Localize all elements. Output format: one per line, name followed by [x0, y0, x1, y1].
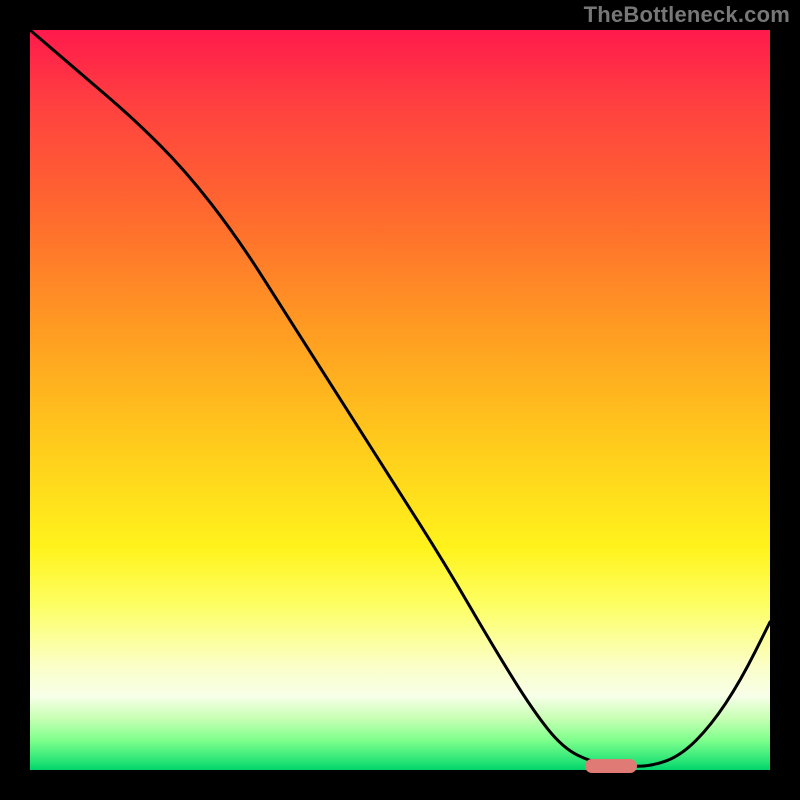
- curve-layer: [30, 30, 770, 770]
- watermark-text: TheBottleneck.com: [584, 2, 790, 28]
- bottleneck-curve: [30, 30, 770, 766]
- plot-area: [30, 30, 770, 770]
- chart-frame: TheBottleneck.com: [0, 0, 800, 800]
- optimum-marker: [585, 759, 637, 773]
